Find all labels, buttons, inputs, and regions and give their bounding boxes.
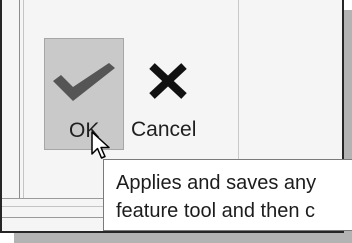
close-icon — [149, 63, 187, 99]
cursor-icon — [91, 131, 110, 159]
check-icon — [53, 63, 115, 101]
panel-divider-line — [2, 217, 104, 218]
panel-border-left-inner — [23, 0, 24, 198]
cancel-button-label: Cancel — [131, 118, 197, 141]
ok-tooltip: Applies and saves any feature tool and t… — [103, 159, 352, 231]
cancel-button[interactable]: Cancel — [126, 38, 210, 150]
panel-divider-line — [2, 206, 104, 207]
tooltip-line: feature tool and then c — [116, 200, 316, 222]
tooltip-line: Applies and saves any — [116, 172, 317, 194]
panel-divider-line — [2, 198, 104, 199]
panel-border-left — [19, 0, 20, 198]
panel-divider-right — [238, 0, 239, 175]
